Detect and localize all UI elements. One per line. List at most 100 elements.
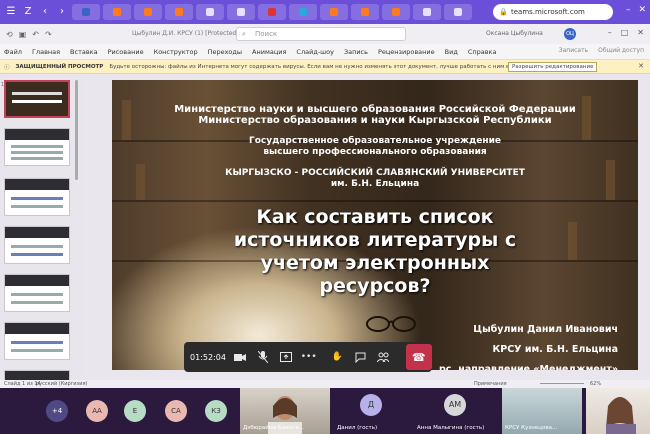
user-name: Оксана Цыбулина [486, 30, 543, 37]
zoom-level[interactable]: 62% [590, 381, 601, 387]
enable-editing-button[interactable]: Разрешить редактирование [508, 62, 598, 72]
university-line-2: им. Б.Н. Ельцина [330, 179, 420, 189]
browser-tab[interactable] [351, 4, 379, 20]
menu-draw[interactable]: Рисование [108, 48, 144, 56]
share-screen-icon[interactable] [275, 346, 296, 368]
ribbon-right-actions: Записать Общий доступ [559, 47, 644, 54]
search-placeholder: Поиск [255, 30, 278, 38]
participant-name: Дэбюрайма Баинса... [243, 425, 304, 431]
menu-icon[interactable]: ☰ [4, 5, 18, 19]
hang-up-button[interactable]: ☎ [405, 344, 433, 370]
protected-view-bar: ⓘ ЗАЩИЩЕННЫЙ ПРОСМОТР Будьте осторожны: … [0, 60, 650, 74]
browser-tab[interactable] [289, 4, 317, 20]
slide-canvas: Министерство науки и высшего образования… [82, 74, 650, 380]
participant-tile[interactable]: АМ Анна Малыгина (гость) [414, 388, 500, 434]
search-input[interactable]: ⌕ Поиск [236, 27, 406, 41]
participant-avatar[interactable]: Е [124, 400, 146, 422]
notes-button[interactable]: Примечания [474, 381, 507, 387]
menu-animations[interactable]: Анимация [252, 48, 286, 56]
back-icon[interactable]: ‹ [38, 5, 52, 19]
raise-hand-icon[interactable]: ✋ [327, 346, 348, 368]
microphone-muted-icon[interactable] [253, 346, 274, 368]
participant-tile[interactable]: Д Данил (гость) [334, 388, 406, 434]
save-icon[interactable]: ▣ [19, 30, 27, 39]
menu-help[interactable]: Справка [468, 48, 497, 56]
tab-favicon-icon [113, 8, 121, 16]
close-icon[interactable]: ✕ [638, 5, 646, 15]
browser-tab[interactable] [196, 4, 224, 20]
tab-favicon-icon [144, 8, 152, 16]
menu-insert[interactable]: Вставка [70, 48, 98, 56]
participant-avatar[interactable]: АА [86, 400, 108, 422]
protected-view-message: Будьте осторожны: файлы из Интернета мог… [109, 63, 517, 70]
search-icon: ⌕ [242, 30, 246, 38]
avatar[interactable]: ОЦ [564, 28, 576, 40]
slide-thumbnail-pane: 1 [0, 74, 82, 380]
browser-tab[interactable] [227, 4, 255, 20]
shield-icon: ⓘ [4, 64, 10, 71]
address-text: teams.microsoft.com [511, 8, 585, 16]
participant-name: Данил (гость) [337, 425, 378, 431]
slide-thumbnail[interactable] [4, 322, 70, 360]
ppt-window-controls: – □ ✕ [608, 28, 644, 37]
slide-thumbnail[interactable] [4, 274, 70, 312]
close-icon[interactable]: ✕ [637, 28, 644, 37]
tab-favicon-icon [392, 8, 400, 16]
menu-view[interactable]: Вид [445, 48, 458, 56]
screen: ☰ Z ‹ › 🔒 teams.microsoft.com – ✕ ⟲ ▣ ↶ [0, 0, 650, 434]
browser-tab[interactable] [103, 4, 131, 20]
participant-video-tile[interactable]: Дэбюрайма Баинса... [240, 388, 330, 434]
participant-video-tile[interactable] [586, 388, 650, 434]
browser-tab[interactable] [444, 4, 472, 20]
menu-home[interactable]: Главная [32, 48, 60, 56]
university-line-1: КЫРГЫЗСКО - РОССИЙСКИЙ СЛАВЯНСКИЙ УНИВЕР… [225, 168, 525, 178]
participant-avatar[interactable]: СА [165, 400, 187, 422]
slide-title: Как составить список источников литерату… [233, 206, 517, 297]
autosave-icon[interactable]: ⟲ [6, 30, 13, 39]
browser-tab[interactable] [134, 4, 162, 20]
slide-thumbnail[interactable]: 1 [1, 80, 70, 118]
redo-icon[interactable]: ↷ [45, 30, 52, 39]
menu-transitions[interactable]: Переходы [208, 48, 242, 56]
browser-tab[interactable] [320, 4, 348, 20]
tab-favicon-icon [423, 8, 431, 16]
participant-video-tile[interactable]: КРСУ Кузнецова... [502, 388, 582, 434]
minimize-icon[interactable]: – [608, 28, 612, 37]
zoom-slider[interactable] [540, 383, 584, 384]
menu-record[interactable]: Запись [344, 48, 368, 56]
slide-thumbnail[interactable] [4, 226, 70, 264]
browser-tab[interactable] [382, 4, 410, 20]
browser-logo[interactable]: Z [21, 5, 35, 19]
menu-file[interactable]: Файл [4, 48, 22, 56]
participant-name: Анна Малыгина (гость) [417, 425, 485, 431]
slide-thumbnail[interactable] [4, 370, 70, 380]
menu-review[interactable]: Рецензирование [378, 48, 435, 56]
participants-icon[interactable] [373, 346, 394, 368]
participant-avatar[interactable]: КЗ [205, 400, 227, 422]
share-button[interactable]: Общий доступ [598, 47, 644, 54]
browser-tab[interactable] [258, 4, 286, 20]
close-icon[interactable]: ✕ [638, 62, 644, 70]
tab-favicon-icon [299, 8, 307, 16]
chat-icon[interactable] [350, 346, 371, 368]
menu-slideshow[interactable]: Слайд-шоу [296, 48, 334, 56]
address-bar[interactable]: 🔒 teams.microsoft.com [493, 4, 613, 20]
minimize-icon[interactable]: – [626, 5, 631, 15]
scrollbar[interactable] [75, 80, 78, 180]
participant-name: КРСУ Кузнецова... [505, 425, 558, 431]
camera-icon[interactable] [230, 346, 251, 368]
forward-icon[interactable]: › [55, 5, 69, 19]
window-controls: – ✕ [626, 5, 646, 15]
menu-design[interactable]: Конструктор [154, 48, 198, 56]
browser-tab[interactable] [72, 4, 100, 20]
undo-icon[interactable]: ↶ [32, 30, 39, 39]
more-options-icon[interactable]: ••• [298, 346, 319, 368]
browser-tab[interactable] [413, 4, 441, 20]
browser-tab[interactable] [165, 4, 193, 20]
slide-thumbnail[interactable] [4, 128, 70, 166]
more-participants-badge[interactable]: +4 [46, 400, 68, 422]
maximize-icon[interactable]: □ [621, 28, 629, 37]
record-button[interactable]: Записать [559, 47, 588, 54]
ribbon-menu: Файл Главная Вставка Рисование Конструкт… [0, 44, 650, 60]
slide-thumbnail[interactable] [4, 178, 70, 216]
